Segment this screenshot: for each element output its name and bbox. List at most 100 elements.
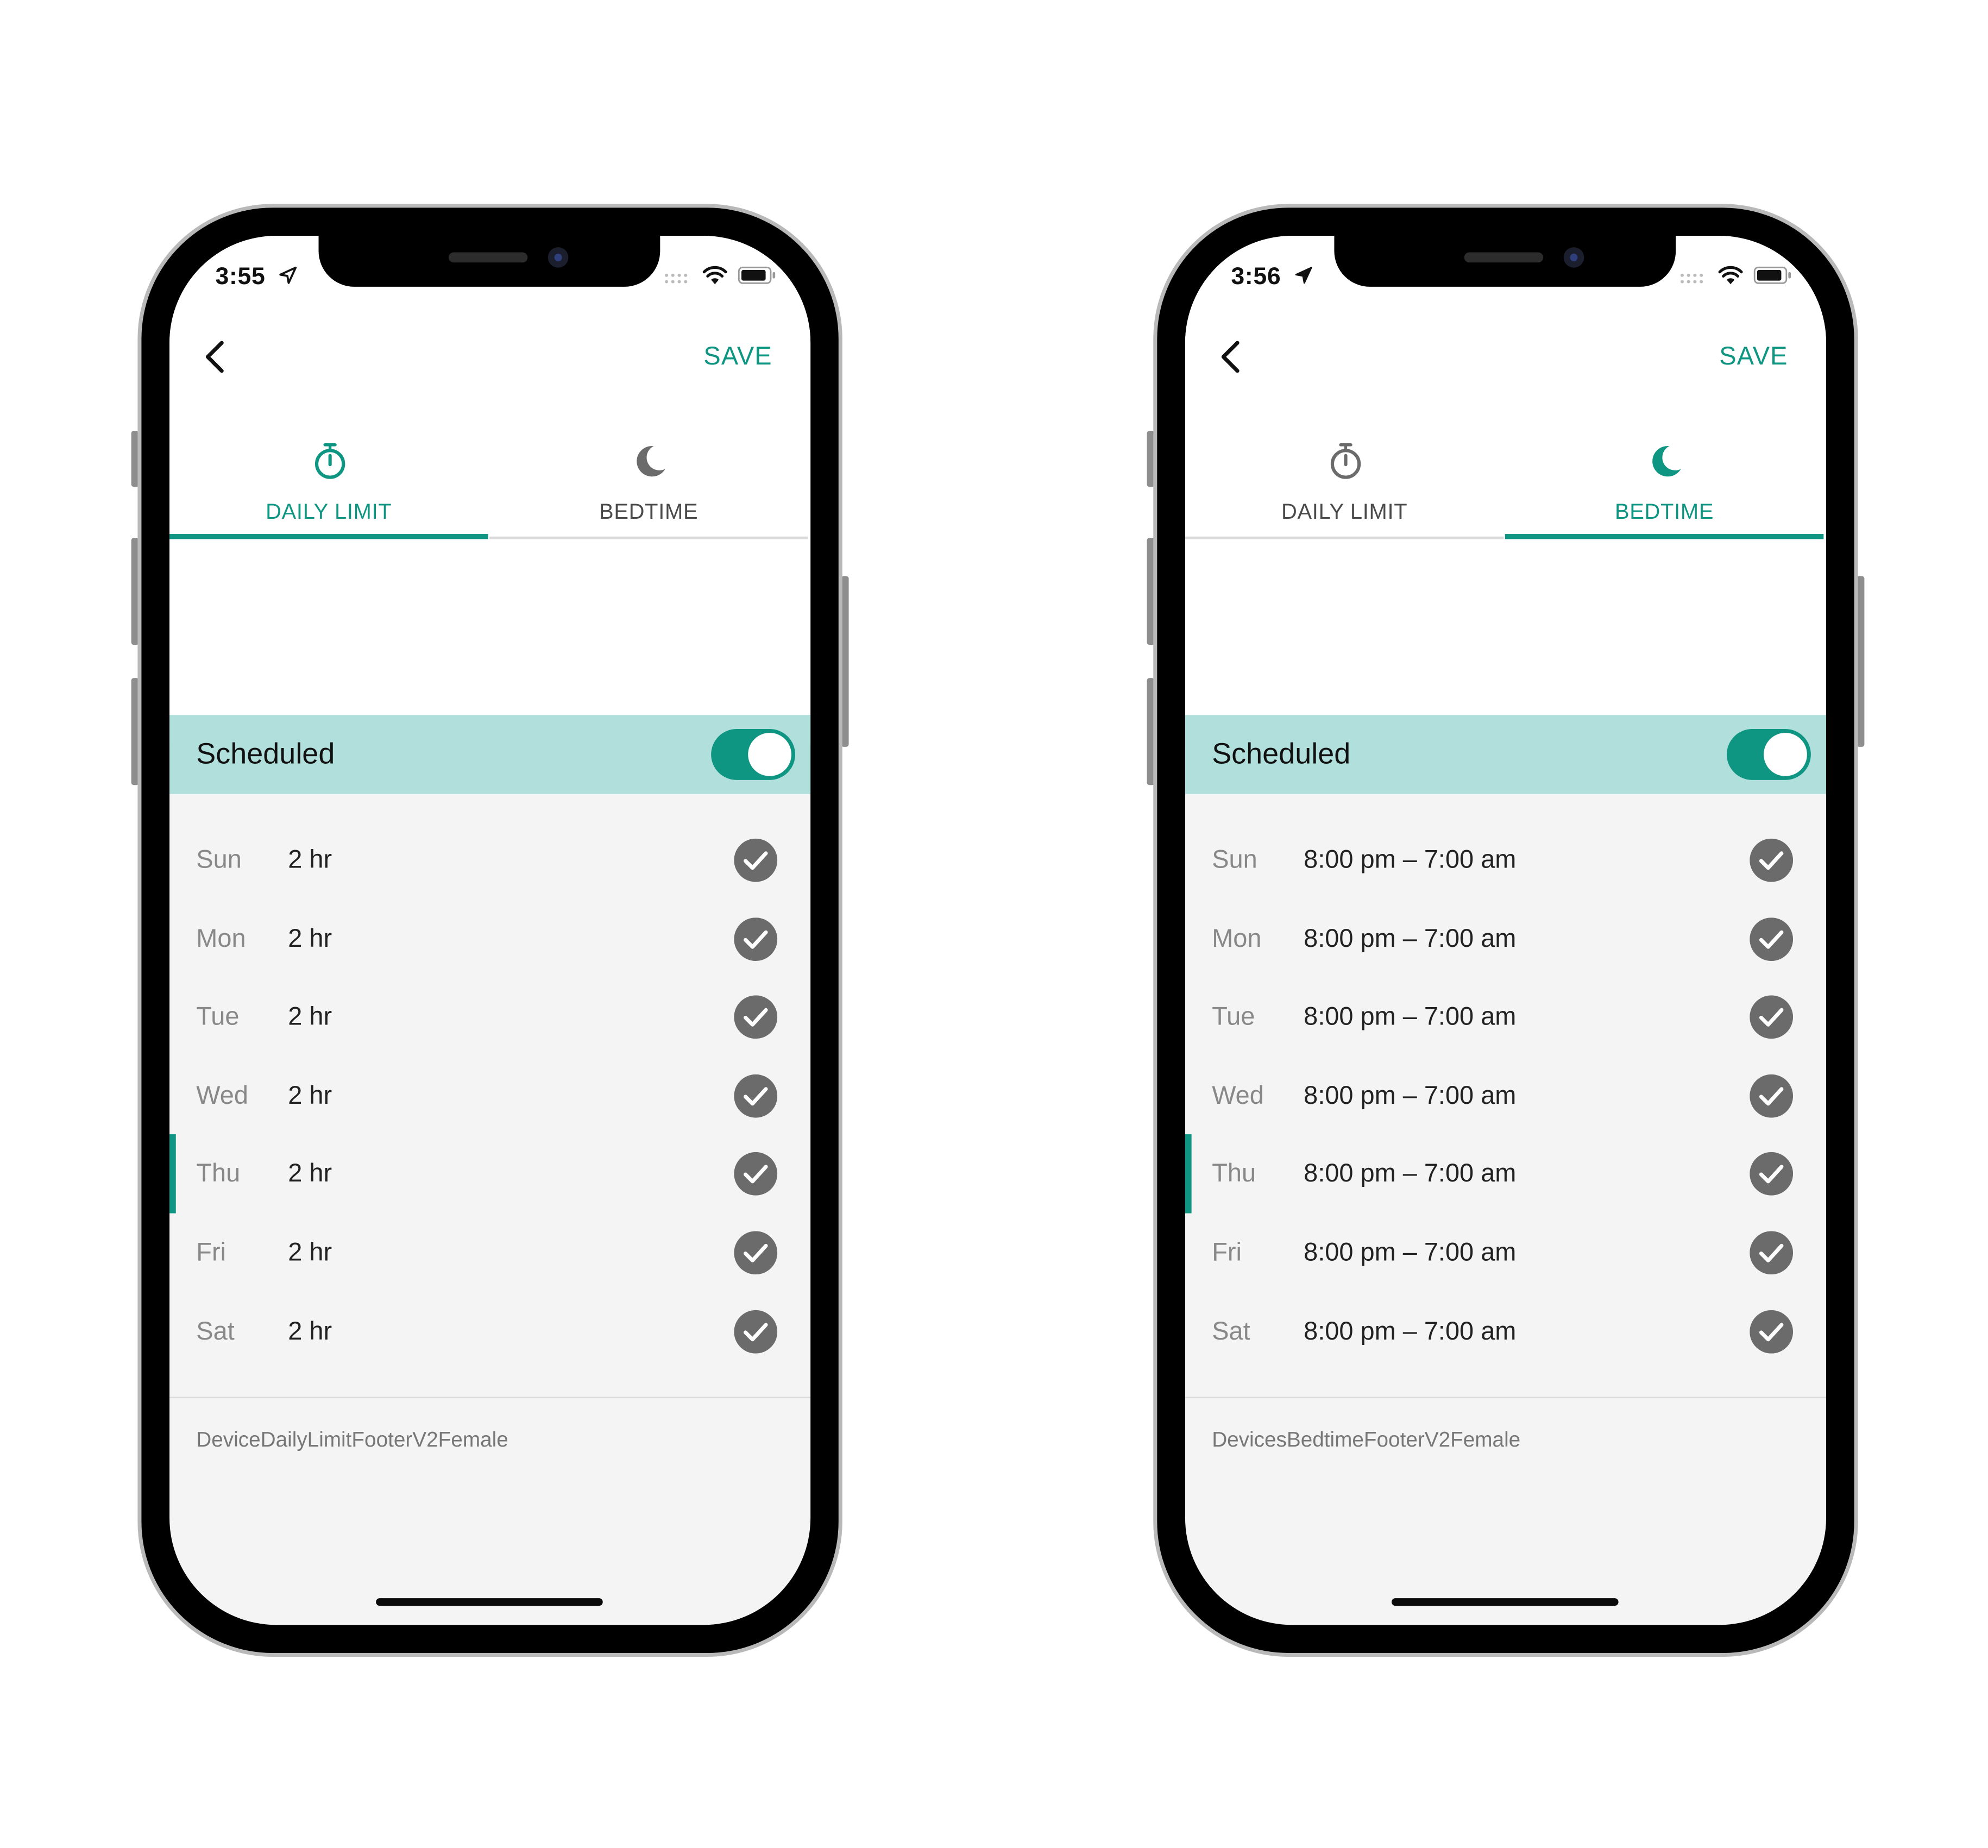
battery-icon	[738, 266, 776, 284]
battery-icon	[1753, 266, 1791, 284]
day-label: Tue	[1212, 1003, 1255, 1032]
day-label: Sat	[1212, 1317, 1250, 1346]
footer-text: DevicesBedtimeFooterV2Female	[1212, 1429, 1521, 1452]
limit-value: 2 hr	[288, 1239, 332, 1267]
day-row[interactable]: Wed 2 hr	[169, 1056, 810, 1135]
day-label: Thu	[1212, 1160, 1256, 1189]
check-circle-icon[interactable]	[1750, 1074, 1794, 1118]
day-row[interactable]: Sat 8:00 pm – 7:00 am	[1185, 1292, 1826, 1371]
limit-value: 2 hr	[288, 1003, 332, 1032]
status-time: 3:56	[1231, 263, 1281, 291]
day-row[interactable]: Sat 2 hr	[169, 1292, 810, 1371]
day-label: Sat	[196, 1317, 235, 1346]
tab-underline	[1185, 536, 1504, 539]
tab-label: BEDTIME	[1614, 499, 1714, 524]
speaker-grille	[1464, 252, 1544, 263]
cellular-signal-icon	[1680, 273, 1703, 284]
day-row[interactable]: Fri 8:00 pm – 7:00 am	[1185, 1213, 1826, 1292]
day-row[interactable]: Sun 2 hr	[169, 821, 810, 900]
moon-icon	[1652, 445, 1681, 477]
limit-value: 2 hr	[288, 1082, 332, 1110]
tab-label: DAILY LIMIT	[266, 499, 392, 524]
limit-value: 2 hr	[288, 846, 332, 875]
day-row[interactable]: Thu 2 hr	[169, 1134, 810, 1214]
day-label: Wed	[196, 1082, 248, 1110]
scheduled-label: Scheduled	[196, 737, 335, 770]
day-row[interactable]: Tue 8:00 pm – 7:00 am	[1185, 978, 1826, 1057]
check-circle-icon[interactable]	[1750, 995, 1794, 1039]
phone-bedtime: 3:56 SAVE DAILY LIMIT BEDTIME Scheduled …	[1147, 204, 1865, 1657]
day-row[interactable]: Fri 2 hr	[169, 1213, 810, 1292]
current-day-indicator	[169, 821, 176, 900]
back-chevron-icon[interactable]	[200, 338, 230, 376]
day-row[interactable]: Mon 2 hr	[169, 899, 810, 978]
day-row[interactable]: Mon 8:00 pm – 7:00 am	[1185, 899, 1826, 978]
day-row[interactable]: Wed 8:00 pm – 7:00 am	[1185, 1056, 1826, 1135]
day-label: Mon	[1212, 925, 1262, 953]
current-day-indicator	[1185, 1213, 1192, 1292]
current-day-indicator	[169, 1056, 176, 1135]
day-row[interactable]: Thu 8:00 pm – 7:00 am	[1185, 1134, 1826, 1214]
scheduled-toggle[interactable]	[711, 728, 795, 780]
check-circle-icon[interactable]	[1750, 1309, 1794, 1353]
check-circle-icon[interactable]	[734, 917, 778, 961]
day-label: Thu	[196, 1160, 241, 1189]
bedtime-range: 8:00 pm – 7:00 am	[1304, 925, 1517, 953]
cellular-signal-icon	[664, 273, 688, 284]
check-circle-icon[interactable]	[734, 1074, 778, 1118]
check-circle-icon[interactable]	[734, 1231, 778, 1275]
check-circle-icon[interactable]	[734, 995, 778, 1039]
current-day-indicator	[1185, 1056, 1192, 1135]
scheduled-toggle[interactable]	[1727, 728, 1811, 780]
front-camera	[548, 247, 569, 268]
day-label: Fri	[1212, 1239, 1242, 1267]
home-indicator[interactable]	[376, 1598, 603, 1606]
scheduled-row: Scheduled	[1185, 715, 1827, 794]
toggle-knob	[1764, 733, 1807, 776]
check-circle-icon[interactable]	[1750, 917, 1794, 961]
divider	[1185, 1397, 1827, 1398]
tab-underline	[169, 534, 488, 539]
check-circle-icon[interactable]	[1750, 838, 1794, 882]
bedtime-range: 8:00 pm – 7:00 am	[1304, 1317, 1517, 1346]
wifi-icon	[1718, 266, 1743, 285]
home-indicator[interactable]	[1391, 1598, 1619, 1606]
limit-value: 2 hr	[288, 925, 332, 953]
status-time: 3:55	[215, 263, 266, 291]
check-circle-icon[interactable]	[1750, 1152, 1794, 1196]
limit-value: 2 hr	[288, 1160, 332, 1189]
divider	[169, 1397, 811, 1398]
day-label: Fri	[196, 1239, 227, 1267]
current-day-indicator	[169, 899, 176, 978]
current-day-indicator	[1185, 899, 1192, 978]
check-circle-icon[interactable]	[734, 838, 778, 882]
check-circle-icon[interactable]	[1750, 1231, 1794, 1275]
toggle-knob	[748, 733, 791, 776]
save-button[interactable]: SAVE	[703, 343, 772, 372]
bedtime-range: 8:00 pm – 7:00 am	[1304, 1160, 1517, 1189]
day-row[interactable]: Tue 2 hr	[169, 978, 810, 1057]
current-day-indicator	[1185, 978, 1192, 1057]
check-circle-icon[interactable]	[734, 1309, 778, 1353]
footer-text: DeviceDailyLimitFooterV2Female	[196, 1429, 508, 1452]
day-row[interactable]: Sun 8:00 pm – 7:00 am	[1185, 821, 1826, 900]
day-label: Sun	[1212, 846, 1257, 875]
save-button[interactable]: SAVE	[1719, 343, 1788, 372]
tab-underline	[1505, 534, 1824, 539]
tab-bedtime[interactable]: BEDTIME	[489, 442, 808, 539]
tab-daily-limit[interactable]: DAILY LIMIT	[169, 442, 488, 539]
current-day-indicator	[169, 1134, 176, 1214]
day-label: Tue	[196, 1003, 240, 1032]
bedtime-range: 8:00 pm – 7:00 am	[1304, 1082, 1517, 1110]
notch	[1334, 236, 1676, 287]
current-day-indicator	[169, 1213, 176, 1292]
bedtime-range: 8:00 pm – 7:00 am	[1304, 846, 1517, 875]
current-day-indicator	[169, 1292, 176, 1371]
tab-daily-limit[interactable]: DAILY LIMIT	[1185, 442, 1504, 539]
bedtime-range: 8:00 pm – 7:00 am	[1304, 1003, 1517, 1032]
location-arrow-icon	[279, 266, 297, 284]
check-circle-icon[interactable]	[734, 1152, 778, 1196]
back-chevron-icon[interactable]	[1216, 338, 1246, 376]
limit-value: 2 hr	[288, 1317, 332, 1346]
tab-bedtime[interactable]: BEDTIME	[1505, 442, 1824, 539]
